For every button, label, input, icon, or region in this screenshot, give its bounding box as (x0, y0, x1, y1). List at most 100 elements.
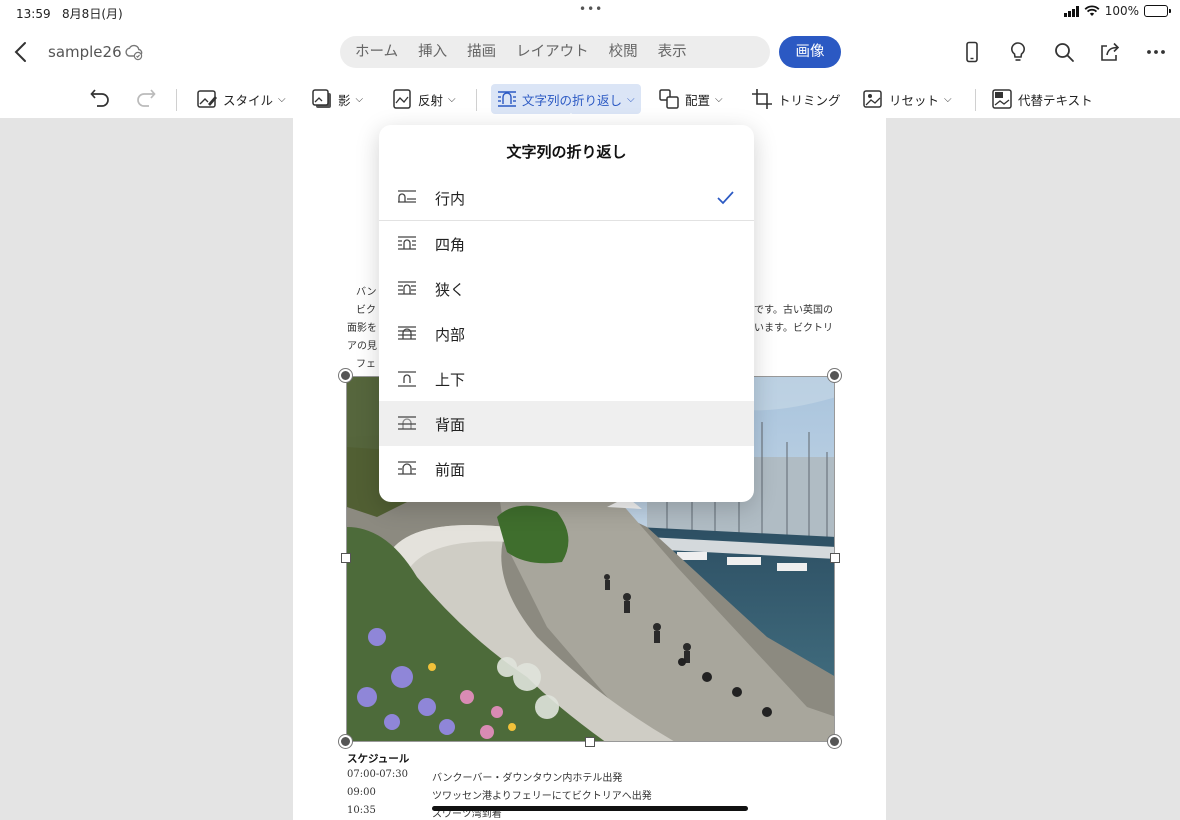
shadow-button[interactable]: 影 ⌵ (305, 84, 369, 114)
back-chevron-icon[interactable] (10, 38, 34, 66)
wrap-option-label: 上下 (435, 371, 466, 389)
paragraph-fragment: フェ (356, 359, 376, 370)
wrap-square-icon (398, 236, 416, 250)
chevron-down-icon: ⌵ (627, 93, 635, 105)
ribbon-divider (176, 89, 177, 111)
search-icon[interactable] (1052, 40, 1076, 64)
resize-handle-left[interactable] (341, 553, 351, 563)
resize-handle-right[interactable] (830, 553, 840, 563)
alt-text-icon (992, 89, 1012, 109)
paragraph-fragment: います。ビクトリ (754, 323, 833, 334)
alt-text-button[interactable]: 代替テキスト (985, 84, 1099, 114)
crop-icon (752, 89, 772, 109)
style-label: スタイル (223, 92, 274, 108)
resize-handle-top-right[interactable] (828, 369, 841, 382)
tab-insert[interactable]: 挿入 (408, 36, 457, 68)
wrap-option-label: 四角 (435, 236, 466, 254)
battery-percent: 100% (1104, 4, 1139, 18)
tab-layout[interactable]: レイアウト (506, 36, 599, 68)
reflection-label: 反射 (418, 92, 444, 108)
reflection-button[interactable]: 反射 ⌵ (385, 84, 462, 114)
wrap-option-tight[interactable]: 狭く (379, 266, 754, 311)
alt-text-label: 代替テキスト (1018, 92, 1093, 108)
wifi-icon (1084, 5, 1100, 16)
app-header: sample26 ホーム 挿入 描画 レイアウト 校閲 表示 画像 (0, 24, 1180, 80)
resize-handle-bottom[interactable] (585, 737, 595, 747)
crop-label: トリミング (778, 92, 841, 108)
wrap-text-label: 文字列の折り返し (522, 92, 623, 108)
reset-button[interactable]: リセット ⌵ (856, 84, 958, 114)
wrap-top-bottom-icon (398, 371, 416, 387)
wrap-option-label: 内部 (435, 326, 466, 344)
ribbon-divider (476, 89, 477, 111)
schedule-desc: ツワッセン港よりフェリーにてビクトリアへ出発 (432, 791, 652, 802)
resize-handle-top-left[interactable] (339, 369, 352, 382)
phone-view-icon[interactable] (960, 40, 984, 64)
schedule-desc: バンクーバー・ダウンタウン内ホテル出発 (432, 773, 623, 784)
tab-picture[interactable]: 画像 (779, 36, 841, 68)
checkmark-icon (717, 191, 734, 205)
battery-icon (1144, 5, 1171, 17)
tab-review[interactable]: 校閲 (599, 36, 648, 68)
reset-label: リセット (889, 92, 940, 108)
arrange-label: 配置 (685, 92, 711, 108)
popover-arrow (559, 113, 583, 125)
picture-style-icon (197, 90, 217, 108)
picture-ribbon: スタイル ⌵ 影 ⌵ 反射 ⌵ 文字列の折り返し ⌵ 配置 ⌵ トリミング リセット ⌵ 代… (0, 80, 1180, 118)
schedule-time: 07:00-07:30 (347, 769, 409, 780)
wrap-option-through[interactable]: 内部 (379, 311, 754, 356)
document-name[interactable]: sample26 (48, 43, 122, 61)
home-indicator[interactable] (432, 806, 748, 811)
schedule-time: 09:00 (347, 787, 376, 798)
picture-reflection-icon (393, 89, 411, 109)
wrap-option-label: 前面 (435, 461, 466, 479)
lightbulb-icon[interactable] (1006, 40, 1030, 64)
wrap-option-behind-text[interactable]: 背面 (379, 401, 754, 446)
resize-handle-bottom-right[interactable] (828, 735, 841, 748)
schedule-heading: スケジュール (347, 753, 410, 765)
reset-picture-icon (863, 90, 882, 108)
chevron-down-icon: ⌵ (355, 93, 364, 105)
undo-icon[interactable] (88, 85, 112, 109)
tab-draw[interactable]: 描画 (457, 36, 506, 68)
shadow-label: 影 (338, 92, 351, 108)
ribbon-divider (975, 89, 976, 111)
wrap-text-icon (498, 91, 516, 107)
wrap-option-inline[interactable]: 行内 (379, 175, 754, 220)
status-time: 13:59 8月8日(月) (16, 7, 123, 21)
schedule-time: 10:35 (347, 805, 376, 816)
resize-handle-bottom-left[interactable] (339, 735, 352, 748)
paragraph-fragment: ビク (356, 305, 376, 316)
paragraph-fragment: アの見 (347, 341, 377, 352)
more-options-icon[interactable] (1144, 40, 1168, 64)
picture-shadow-icon (312, 89, 331, 108)
wrap-option-top-bottom[interactable]: 上下 (379, 356, 754, 401)
style-button[interactable]: スタイル ⌵ (190, 84, 292, 114)
wrap-tight-icon (398, 281, 416, 295)
chevron-down-icon: ⌵ (448, 93, 456, 105)
share-icon[interactable] (1098, 40, 1122, 64)
chevron-down-icon: ⌵ (278, 93, 286, 105)
wrap-text-button[interactable]: 文字列の折り返し ⌵ (491, 84, 641, 114)
arrange-button[interactable]: 配置 ⌵ (652, 84, 729, 114)
status-bar: 13:59 8月8日(月) ••• 100% (0, 0, 1180, 24)
wrap-text-popover: 文字列の折り返し 行内 四角 狭く 内部 上下 背面 前面 (379, 125, 754, 502)
tab-home[interactable]: ホーム (345, 36, 408, 68)
redo-icon[interactable] (134, 85, 158, 109)
cloud-sync-icon[interactable] (124, 42, 144, 62)
crop-button[interactable]: トリミング (745, 84, 847, 114)
wrap-option-label: 狭く (435, 281, 466, 299)
wrap-in-front-icon (398, 461, 416, 475)
paragraph-fragment: です。古い英国の (754, 305, 833, 316)
chevron-down-icon: ⌵ (715, 93, 723, 105)
tab-view[interactable]: 表示 (648, 36, 697, 68)
wrap-option-square[interactable]: 四角 (379, 221, 754, 266)
cellular-signal-icon (1063, 5, 1079, 17)
wrap-through-icon (398, 326, 416, 340)
wrap-inline-icon (398, 190, 416, 203)
arrange-icon (659, 89, 679, 109)
multitasking-dots[interactable]: ••• (579, 2, 603, 16)
wrap-option-in-front[interactable]: 前面 (379, 446, 754, 491)
ribbon-tab-bar: ホーム 挿入 描画 レイアウト 校閲 表示 (340, 36, 770, 68)
wrap-option-label: 背面 (435, 416, 466, 434)
